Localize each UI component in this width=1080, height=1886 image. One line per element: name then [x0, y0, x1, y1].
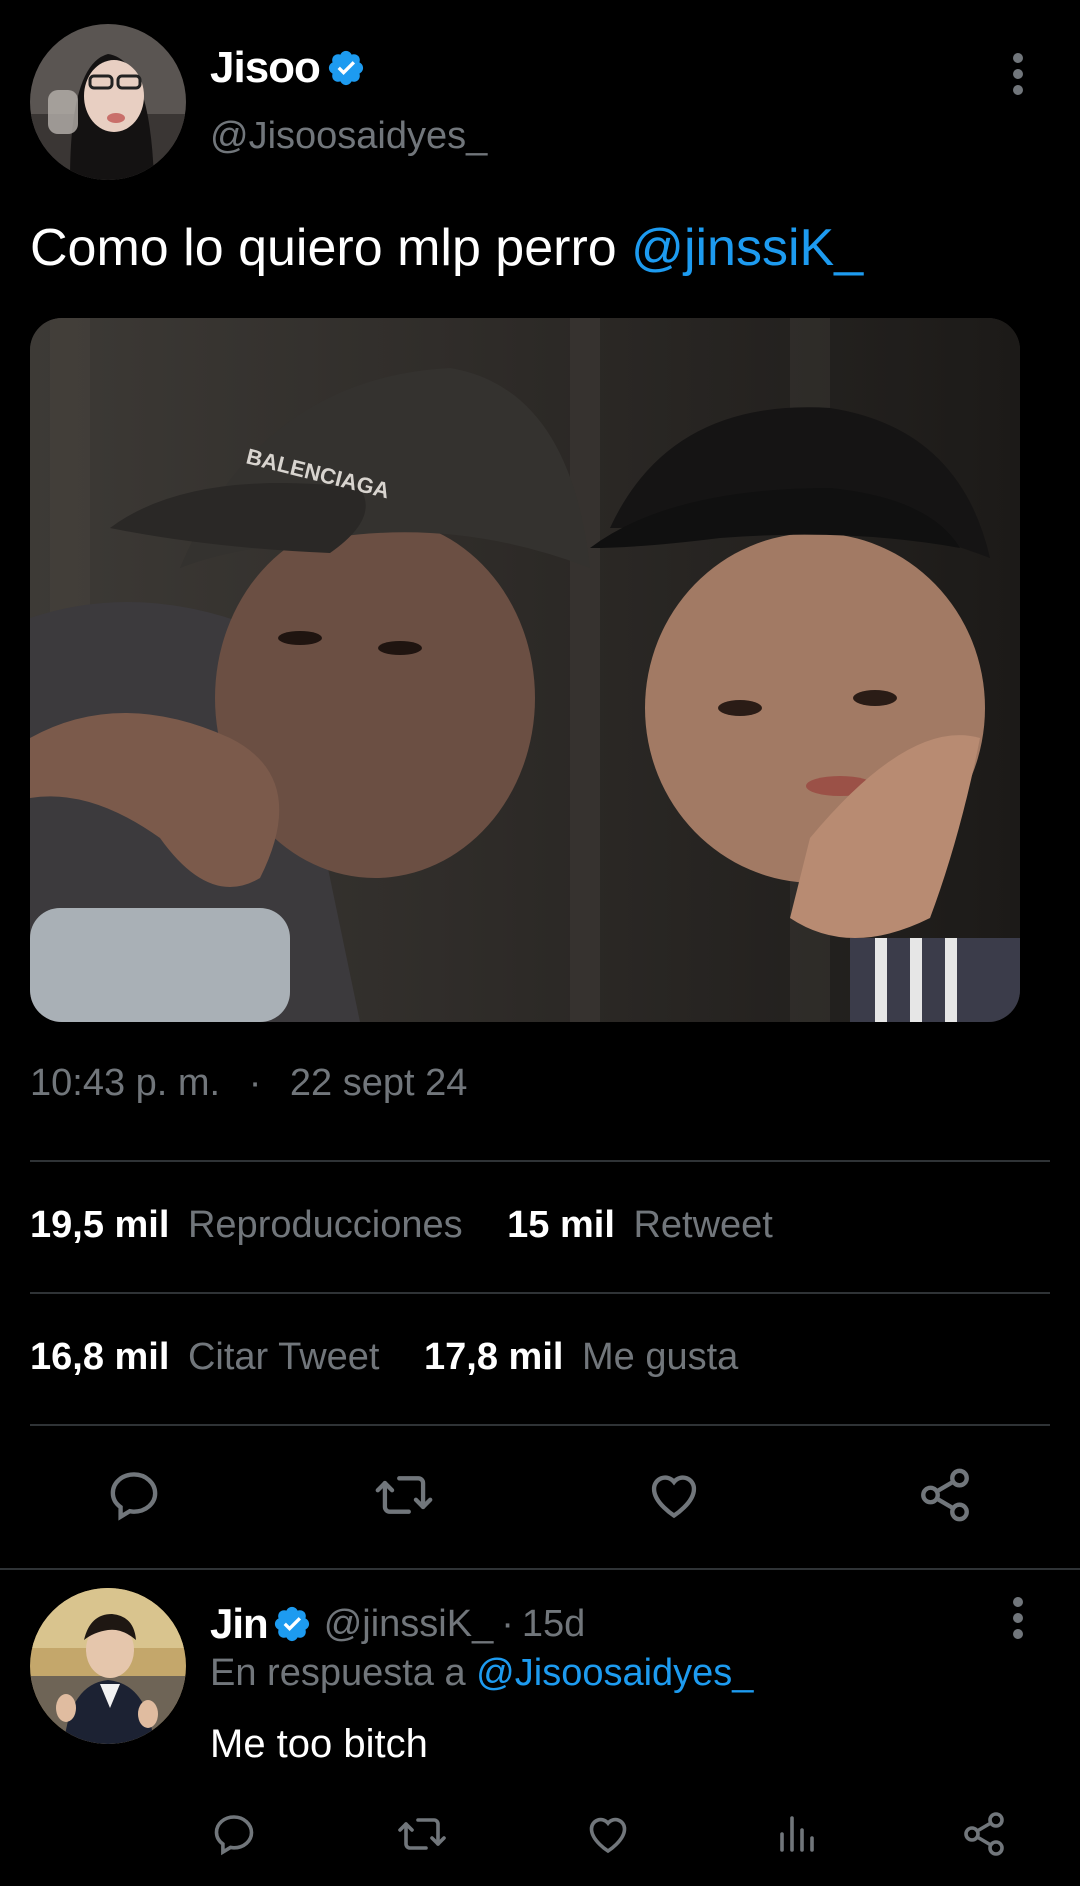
in-reply-handle-link[interactable]: @Jisoosaidyes_: [476, 1652, 753, 1694]
reply-dot: ·: [501, 1602, 514, 1645]
divider: [30, 1424, 1050, 1426]
views-stat[interactable]: 19,5 mil Reproducciones: [30, 1204, 473, 1246]
in-reply-to: En respuesta a @Jisoosaidyes_: [210, 1652, 753, 1695]
likes-count: 17,8 mil: [424, 1336, 564, 1378]
reply-text: Me too bitch: [210, 1722, 428, 1766]
reply-author-name[interactable]: Jin: [210, 1600, 269, 1648]
tweet-photo[interactable]: BALENCIAGA: [30, 318, 1020, 1022]
quotes-count: 16,8 mil: [30, 1336, 170, 1378]
retweet-icon[interactable]: [373, 1466, 435, 1524]
views-label: Reproducciones: [187, 1204, 463, 1246]
tweet-date: 22 sept 24: [289, 1062, 468, 1104]
verified-badge-icon: [272, 1604, 312, 1644]
reply-more-options-icon[interactable]: [1000, 1596, 1036, 1640]
mention-link[interactable]: @jinssiK_: [631, 219, 863, 277]
retweets-label: Retweet: [633, 1204, 773, 1246]
views-icon[interactable]: [772, 1810, 820, 1858]
tweet-text-body: Como lo quiero mlp perro: [30, 219, 632, 277]
divider: [30, 1292, 1050, 1294]
timestamp-separator: ·: [248, 1062, 262, 1104]
reply-icon[interactable]: [210, 1810, 258, 1858]
likes-label: Me gusta: [582, 1336, 739, 1378]
author-avatar[interactable]: [30, 24, 186, 180]
reply-age[interactable]: 15d: [522, 1603, 585, 1646]
reply-icon[interactable]: [105, 1466, 163, 1524]
share-icon[interactable]: [960, 1810, 1008, 1858]
retweet-icon[interactable]: [396, 1810, 448, 1858]
likes-stat[interactable]: 17,8 mil Me gusta: [424, 1336, 738, 1378]
quotes-label: Citar Tweet: [187, 1336, 380, 1378]
tweet-text: Como lo quiero mlp perro @jinssiK_: [30, 216, 863, 280]
reply-author-handle[interactable]: @jinssiK_: [324, 1603, 494, 1646]
quotes-stat[interactable]: 16,8 mil Citar Tweet: [30, 1336, 390, 1378]
tweet-time: 10:43 p. m.: [30, 1062, 221, 1104]
divider: [30, 1160, 1050, 1162]
reply-author-avatar[interactable]: [30, 1588, 186, 1744]
share-icon[interactable]: [916, 1466, 974, 1524]
like-icon[interactable]: [645, 1466, 703, 1524]
retweets-stat[interactable]: 15 mil Retweet: [507, 1204, 773, 1246]
retweets-count: 15 mil: [507, 1204, 615, 1246]
verified-badge-icon: [326, 48, 366, 88]
author-handle[interactable]: @Jisoosaidyes_: [210, 115, 487, 158]
views-count: 19,5 mil: [30, 1204, 170, 1246]
more-options-icon[interactable]: [1000, 52, 1036, 96]
section-divider: [0, 1568, 1080, 1570]
like-icon[interactable]: [584, 1810, 632, 1858]
author-name[interactable]: Jisoo: [210, 43, 321, 93]
in-reply-prefix: En respuesta a: [210, 1652, 477, 1694]
tweet-timestamp[interactable]: 10:43 p. m. · 22 sept 24: [30, 1062, 467, 1105]
